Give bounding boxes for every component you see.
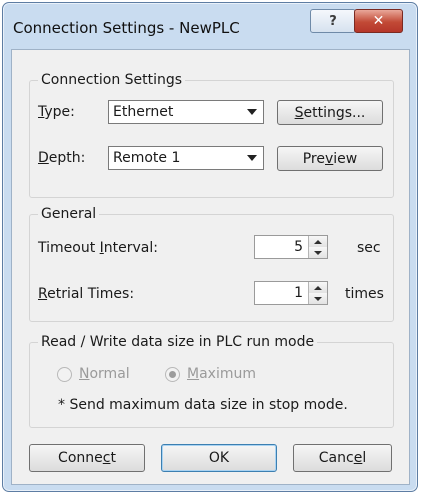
radio-normal-label: Normal <box>79 366 130 382</box>
radio-normal-indicator <box>57 366 72 382</box>
depth-combobox-value: Remote 1 <box>113 150 181 166</box>
depth-combobox[interactable]: Remote 1 <box>108 146 264 170</box>
radio-maximum-label: Maximum <box>187 366 256 382</box>
read-write-size-group: Read / Write data size in PLC run mode N… <box>29 334 394 428</box>
depth-label: Depth: <box>38 150 86 166</box>
arrow-up-icon <box>314 285 322 290</box>
spin-down-button[interactable] <box>309 293 327 304</box>
type-label: Type: <box>38 104 75 120</box>
close-button[interactable]: ✕ <box>354 9 403 33</box>
connect-button-label: Connect <box>58 450 116 466</box>
chevron-down-icon <box>247 109 257 115</box>
retrial-times-spin-buttons <box>308 282 327 304</box>
timeout-interval-value: 5 <box>294 239 303 255</box>
timeout-interval-label: Timeout Interval: <box>38 240 158 256</box>
connection-settings-group-label: Connection Settings <box>38 72 186 88</box>
retrial-unit-label: times <box>345 286 384 302</box>
radio-normal[interactable]: Normal <box>57 366 130 382</box>
dialog-body: Connection Settings Type: Ethernet Setti… <box>11 49 410 485</box>
cancel-button[interactable]: Cancel <box>293 444 392 472</box>
preview-button-label: Preview <box>302 150 358 167</box>
type-combobox-value: Ethernet <box>113 104 174 120</box>
close-icon: ✕ <box>372 13 385 29</box>
spin-down-button[interactable] <box>309 247 327 258</box>
dialog-window: Connection Settings - NewPLC ? ✕ Connect… <box>2 2 418 492</box>
timeout-unit-label: sec <box>357 240 381 256</box>
arrow-down-icon <box>314 296 322 301</box>
connect-button[interactable]: Connect <box>29 444 145 472</box>
ok-button[interactable]: OK <box>161 444 277 472</box>
title-bar[interactable]: Connection Settings - NewPLC ? ✕ <box>3 3 417 49</box>
retrial-times-value: 1 <box>294 285 303 301</box>
read-write-size-group-label: Read / Write data size in PLC run mode <box>38 334 318 350</box>
settings-button-label: Settings... <box>294 104 366 121</box>
help-icon: ? <box>329 13 337 29</box>
connection-settings-group: Connection Settings Type: Ethernet Setti… <box>29 72 394 198</box>
arrow-up-icon <box>314 239 322 244</box>
retrial-times-label: Retrial Times: <box>38 286 135 302</box>
timeout-interval-spinner[interactable]: 5 <box>254 235 328 259</box>
preview-button[interactable]: Preview <box>277 146 383 171</box>
type-combobox[interactable]: Ethernet <box>108 100 264 124</box>
radio-maximum-indicator <box>165 366 180 382</box>
arrow-down-icon <box>314 250 322 255</box>
radio-maximum[interactable]: Maximum <box>165 366 256 382</box>
chevron-down-icon <box>247 155 257 161</box>
retrial-times-spinner[interactable]: 1 <box>254 281 328 305</box>
help-button[interactable]: ? <box>310 9 356 33</box>
timeout-interval-spin-buttons <box>308 236 327 258</box>
general-group-label: General <box>38 206 100 222</box>
stop-mode-note: * Send maximum data size in stop mode. <box>58 397 348 413</box>
window-title: Connection Settings - NewPLC <box>13 19 240 37</box>
cancel-button-label: Cancel <box>318 450 367 466</box>
general-group: General Timeout Interval: 5 sec Retrial … <box>29 206 394 322</box>
ok-button-label: OK <box>208 450 230 466</box>
settings-button[interactable]: Settings... <box>277 100 383 125</box>
